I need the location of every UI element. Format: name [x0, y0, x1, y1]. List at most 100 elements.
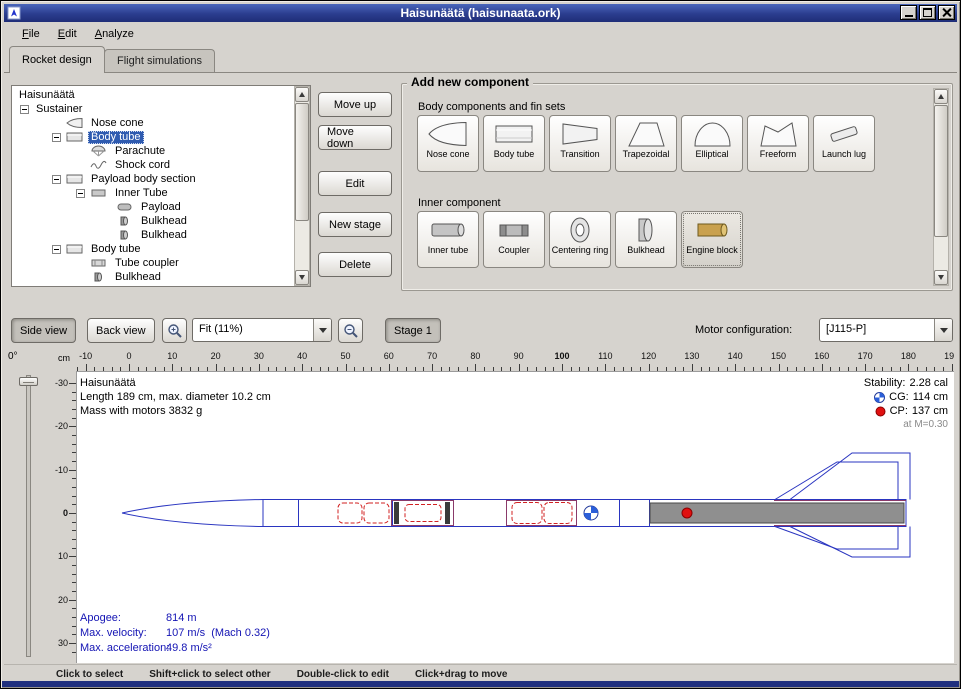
tree-item-bulkhead[interactable]: Bulkhead	[14, 228, 292, 242]
stability-value: 2.28 cal	[909, 376, 948, 390]
menu-file[interactable]: File	[13, 25, 49, 43]
rotation-slider-thumb[interactable]	[19, 377, 38, 386]
max-velocity-value: 107 m/s (Mach 0.32)	[166, 626, 270, 641]
nose-cone-icon	[426, 118, 470, 149]
move-down-button[interactable]: Move down	[318, 125, 392, 150]
scroll-up-button[interactable]	[295, 87, 309, 102]
add-body-tube-button[interactable]: Body tube	[483, 115, 545, 172]
apogee-label: Apogee:	[80, 611, 166, 626]
cg-marker-icon	[874, 392, 885, 403]
transition-icon	[558, 118, 602, 149]
scroll-thumb[interactable]	[295, 103, 309, 221]
hint-click-drag: Click+drag to move	[415, 669, 508, 680]
cg-label: CG:	[889, 390, 909, 404]
tree-item-payload[interactable]: Payload	[14, 200, 292, 214]
tree-item-bulkhead[interactable]: Bulkhead	[14, 214, 292, 228]
menu-analyze[interactable]: Analyze	[86, 25, 143, 43]
dropdown-button[interactable]	[934, 319, 952, 341]
add-centering-ring-button[interactable]: Centering ring	[549, 211, 611, 268]
chevron-down-icon	[319, 328, 327, 337]
window-bottom-edge	[2, 681, 959, 687]
back-view-button[interactable]: Back view	[87, 318, 155, 343]
new-stage-button[interactable]: New stage	[318, 212, 392, 237]
add-nose-cone-button[interactable]: Nose cone	[417, 115, 479, 172]
add-elliptical-fin-button[interactable]: Elliptical	[681, 115, 743, 172]
nose-cone-shape[interactable]	[122, 500, 263, 514]
close-button[interactable]	[938, 5, 955, 20]
apogee-value: 814 m	[166, 611, 197, 626]
bulkhead-shape[interactable]	[445, 502, 450, 524]
tree-item-nose-cone[interactable]: Nose cone	[14, 116, 292, 130]
arrow-down-icon	[938, 275, 944, 283]
add-trapezoidal-fin-button[interactable]: Trapezoidal	[615, 115, 677, 172]
add-component-panel: Add new component Body components and fi…	[401, 83, 953, 291]
scroll-thumb[interactable]	[934, 105, 948, 237]
stage-1-toggle[interactable]: Stage 1	[385, 318, 441, 343]
scroll-down-button[interactable]	[934, 270, 948, 285]
collapse-icon[interactable]	[76, 189, 85, 198]
add-component-scrollbar[interactable]	[933, 88, 949, 286]
minimize-button[interactable]	[900, 5, 917, 20]
tree-item-payload-section[interactable]: Payload body section	[14, 172, 292, 186]
zoom-level-select[interactable]: Fit (11%)	[192, 318, 332, 342]
motor-configuration-label: Motor configuration:	[695, 324, 792, 336]
scroll-down-button[interactable]	[295, 270, 309, 285]
side-view-button[interactable]: Side view	[11, 318, 76, 343]
body-components-label: Body components and fin sets	[418, 101, 565, 113]
bulkhead-shape[interactable]	[394, 502, 399, 524]
scroll-up-button[interactable]	[934, 89, 948, 104]
add-bulkhead-button[interactable]: Bulkhead	[615, 211, 677, 268]
maximize-button[interactable]	[919, 5, 936, 20]
tree-item-rocket[interactable]: Haisunäätä	[14, 88, 292, 102]
performance-info: Apogee:814 m Max. velocity:107 m/s (Mach…	[80, 611, 270, 656]
dropdown-button[interactable]	[313, 319, 331, 341]
tree-item-body-tube[interactable]: Body tube	[14, 130, 292, 144]
collapse-icon[interactable]	[52, 245, 61, 254]
collapse-icon[interactable]	[52, 133, 61, 142]
body-tube-icon	[492, 118, 536, 149]
tab-flight-simulations[interactable]: Flight simulations	[104, 49, 215, 72]
add-engine-block-button[interactable]: Engine block	[681, 211, 743, 268]
tree-item-shock-cord[interactable]: Shock cord	[14, 158, 292, 172]
tab-rocket-design[interactable]: Rocket design	[9, 46, 105, 73]
inner-component-label: Inner component	[418, 197, 501, 209]
body-tube-icon	[65, 131, 84, 143]
tree-item-tube-coupler[interactable]: Tube coupler	[14, 256, 292, 270]
edit-button[interactable]: Edit	[318, 171, 392, 196]
cg-marker	[584, 506, 598, 520]
menu-edit[interactable]: Edit	[49, 25, 86, 43]
add-inner-tube-button[interactable]: Inner tube	[417, 211, 479, 268]
cp-marker	[682, 508, 692, 518]
move-up-button[interactable]: Move up	[318, 92, 392, 117]
tree-item-bulkhead-2[interactable]: Bulkhead	[14, 270, 292, 284]
title-bar[interactable]: Haisunäätä (haisunaata.ork)	[4, 4, 957, 22]
motor-configuration-select[interactable]: [J115-P]	[819, 318, 953, 342]
hint-shift-click: Shift+click to select other	[149, 669, 270, 680]
tree-item-body-tube-2[interactable]: Body tube	[14, 242, 292, 256]
collapse-icon[interactable]	[52, 175, 61, 184]
delete-button[interactable]: Delete	[318, 252, 392, 277]
window-title: Haisunäätä (haisunaata.ork)	[4, 6, 957, 20]
add-coupler-button[interactable]: Coupler	[483, 211, 545, 268]
inner-tube-icon	[89, 187, 108, 199]
tree-item-parachute[interactable]: Parachute	[14, 144, 292, 158]
tree-scrollbar[interactable]	[294, 86, 310, 286]
zoom-in-button[interactable]	[162, 318, 187, 343]
selected-tree-item-label: Body tube	[88, 131, 144, 144]
inner-tube-icon	[426, 214, 470, 245]
add-transition-button[interactable]: Transition	[549, 115, 611, 172]
internal-components-dashed[interactable]	[338, 503, 572, 524]
add-launch-lug-button[interactable]: Launch lug	[813, 115, 875, 172]
cg-value: 114 cm	[913, 390, 948, 404]
add-freeform-fin-button[interactable]: Freeform	[747, 115, 809, 172]
v-ruler: -30-20-100102030	[54, 371, 76, 663]
engine-block-icon	[690, 214, 734, 245]
add-component-title: Add new component	[407, 75, 533, 89]
motor-configuration-value: [J115-P]	[820, 319, 934, 341]
zoom-out-button[interactable]	[338, 318, 363, 343]
tree-item-inner-tube[interactable]: Inner Tube	[14, 186, 292, 200]
collapse-icon[interactable]	[20, 105, 29, 114]
rotation-slider-track[interactable]	[26, 375, 31, 657]
tree-item-stage[interactable]: Sustainer	[14, 102, 292, 116]
rocket-dimensions: Length 189 cm, max. diameter 10.2 cm	[80, 390, 271, 404]
